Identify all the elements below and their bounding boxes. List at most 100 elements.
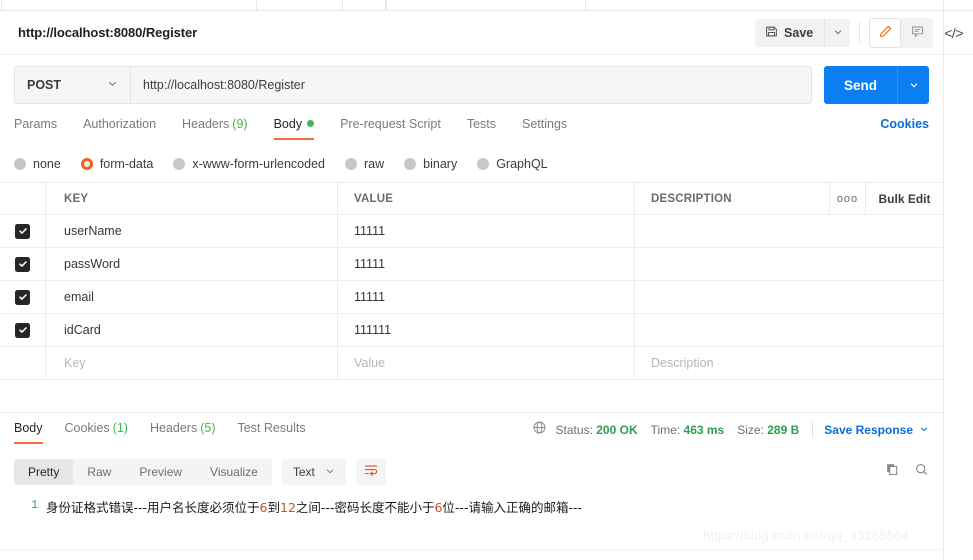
search-icon[interactable] [914,462,929,482]
tab-body[interactable]: Body [273,113,315,140]
tab-authorization[interactable]: Authorization [83,113,156,140]
header-checkbox-cell [0,183,46,214]
table-more-options-button[interactable]: ooo [829,183,865,214]
tab-pre-request-script[interactable]: Pre-request Script [340,113,441,140]
tab-count: (5) [200,421,216,435]
response-text: 身份证格式错误---用户名长度必须位于6到12之间---密码长度不能小于6位--… [46,499,582,517]
body-type-graphql[interactable]: GraphQL [477,157,548,171]
save-button[interactable]: Save [755,18,825,47]
page-title: http://localhost:8080/Register [18,25,198,40]
edit-button[interactable] [869,17,902,48]
tab-params[interactable]: Params [14,113,57,140]
radio-icon [345,158,357,170]
body-type-x-www-form-urlencoded[interactable]: x-www-form-urlencoded [173,157,325,171]
body-type-radio-group: none form-data x-www-form-urlencoded raw… [0,150,943,178]
method-label: POST [27,78,62,92]
size-value: 289 B [767,423,800,437]
format-label: Text [292,465,315,479]
method-select[interactable]: POST [14,66,130,104]
bulk-edit-button[interactable]: Bulk Edit [865,183,943,214]
pane-splitter[interactable] [0,412,943,413]
tab-label: Headers [182,117,230,131]
row-key[interactable]: userName [64,224,122,238]
row-description-placeholder[interactable]: Description [651,356,714,370]
radio-label: none [33,157,61,171]
row-checkbox[interactable] [15,322,30,338]
row-checkbox[interactable] [15,256,30,272]
tab-label: Body [273,117,303,131]
table-header-row: KEY VALUE DESCRIPTION ooo Bulk Edit [0,183,943,215]
row-value[interactable]: 111111 [354,323,391,337]
table-row[interactable]: email 11111 [0,281,943,314]
response-text-segment: 位---请输入正确的邮箱--- [442,500,582,515]
radio-icon [404,158,417,170]
row-value[interactable]: 11111 [354,224,385,238]
send-button[interactable]: Send [823,66,897,104]
response-status-bar: Status: 200 OK Time: 463 ms Size: 289 B … [532,417,929,440]
response-text-segment: 之间---密码长度不能小于 [295,500,435,515]
save-button-group: Save [755,18,851,47]
body-type-raw[interactable]: raw [345,157,384,171]
view-mode-preview[interactable]: Preview [125,459,196,485]
row-key[interactable]: email [64,290,94,304]
response-tab-body[interactable]: Body [14,417,43,444]
time-label: Time: [650,423,681,437]
table-row[interactable]: userName 11111 [0,215,943,248]
form-data-table: KEY VALUE DESCRIPTION ooo Bulk Edit user… [0,182,943,380]
response-tab-cookies[interactable]: Cookies (1) [65,417,128,444]
table-row-empty[interactable]: Key Value Description [0,347,943,380]
send-button-group: Send [823,66,929,104]
tab-headers[interactable]: Headers (9) [182,113,248,140]
view-mode-visualize[interactable]: Visualize [196,459,272,485]
tab-tests[interactable]: Tests [467,113,496,140]
view-mode-pretty[interactable]: Pretty [14,459,74,485]
ghost-tab-1[interactable] [1,0,257,10]
save-response-button[interactable]: Save Response [824,423,929,437]
response-text-number: 6 [259,500,268,515]
table-row[interactable]: idCard 111111 [0,314,943,347]
table-row[interactable]: passWord 11111 [0,248,943,281]
ghost-tab-2[interactable] [342,0,386,10]
chevron-down-icon [325,465,335,479]
status-value: 200 OK [596,423,638,437]
chevron-down-icon [909,78,919,93]
radio-selected-icon [80,158,93,170]
code-line: 1 身份证格式错误---用户名长度必须位于6到12之间---密码长度不能小于6位… [0,492,943,517]
tab-count: (9) [232,117,248,131]
copy-icon[interactable] [885,462,900,482]
body-type-form-data[interactable]: form-data [80,157,153,171]
response-text-segment: 到 [267,500,281,515]
format-select[interactable]: Text [281,459,346,485]
tab-label: Authorization [83,117,157,131]
request-name-bar: http://localhost:8080/Register Save </> [0,11,973,55]
row-value[interactable]: 11111 [354,257,385,271]
tab-settings[interactable]: Settings [522,113,567,140]
word-wrap-button[interactable] [355,459,386,485]
size-label: Size: [737,423,764,437]
row-checkbox[interactable] [15,289,30,305]
ghost-tab-3[interactable] [386,0,586,10]
chevron-down-icon [919,423,929,437]
toolbar-divider [859,21,861,44]
row-checkbox[interactable] [15,356,30,371]
body-type-none[interactable]: none [14,157,61,171]
response-tab-test-results[interactable]: Test Results [237,417,305,444]
row-key[interactable]: passWord [64,257,120,271]
row-key-placeholder[interactable]: Key [64,356,86,370]
send-dropdown-button[interactable] [897,66,929,104]
tab-label: Params [14,117,58,131]
row-key[interactable]: idCard [64,323,101,337]
url-input[interactable]: http://localhost:8080/Register [130,66,812,104]
response-tab-headers[interactable]: Headers (5) [150,417,216,444]
row-value-placeholder[interactable]: Value [354,356,385,370]
comment-button[interactable] [901,18,933,48]
row-checkbox[interactable] [15,223,30,239]
body-type-binary[interactable]: binary [404,157,457,171]
tab-strip [0,0,973,10]
chevron-down-icon [107,76,118,94]
row-value[interactable]: 11111 [354,290,385,304]
pencil-icon [878,24,893,42]
cookies-link[interactable]: Cookies [880,113,929,131]
view-mode-raw[interactable]: Raw [73,459,125,485]
save-dropdown-button[interactable] [824,18,851,47]
